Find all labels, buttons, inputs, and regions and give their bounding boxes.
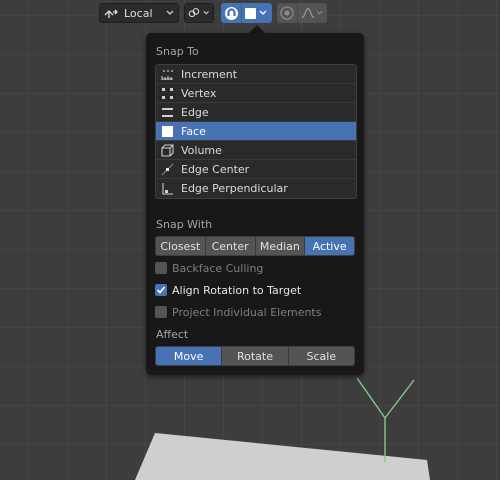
proportional-editing-toggle[interactable]	[277, 3, 297, 23]
snap-option-volume[interactable]: Volume	[156, 141, 356, 160]
axis-branch-left	[356, 377, 386, 419]
chevron-down-icon	[259, 10, 267, 15]
transform-orientation-dropdown[interactable]: Local	[99, 3, 179, 23]
checkbox-label: Backface Culling	[172, 261, 264, 275]
snap-option-label: Edge	[181, 105, 209, 119]
orientation-label: Local	[124, 6, 153, 20]
affect-rotate[interactable]: Rotate	[222, 347, 289, 365]
snap-option-face[interactable]: Face	[156, 122, 356, 141]
snap-option-label: Face	[181, 124, 206, 138]
snap-to-heading: Snap To	[156, 45, 199, 58]
snap-option-label: Vertex	[181, 86, 217, 100]
snap-with-heading: Snap With	[156, 218, 213, 231]
snap-option-vertex[interactable]: Vertex	[156, 84, 356, 103]
snap-option-label: Edge Perpendicular	[181, 182, 288, 195]
checkmark-icon	[156, 286, 166, 294]
snap-with-active[interactable]: Active	[305, 237, 354, 255]
snap-with-segmented: Closest Center Median Active	[155, 236, 355, 256]
magnet-icon	[224, 6, 238, 20]
snap-toggle-button[interactable]	[221, 3, 241, 23]
proportional-falloff-dropdown[interactable]	[297, 3, 327, 23]
snap-option-edge-perpendicular[interactable]: Edge Perpendicular	[156, 179, 356, 198]
snap-to-list: Increment Vertex Edge Face Volume Edge C…	[155, 64, 357, 199]
affect-scale[interactable]: Scale	[288, 347, 354, 365]
snapping-popover: Snap To Increment Vertex Edge Face Volum…	[146, 33, 364, 375]
pivot-point-dropdown[interactable]	[184, 3, 214, 23]
face-snap-icon	[245, 7, 256, 19]
project-individual-checkbox[interactable]: Project Individual Elements	[155, 304, 321, 320]
plane-mesh	[135, 433, 430, 480]
chevron-down-icon	[316, 10, 323, 15]
chevron-down-icon	[166, 10, 174, 15]
align-rotation-checkbox[interactable]: Align Rotation to Target	[155, 282, 301, 298]
snap-option-edge[interactable]: Edge	[156, 103, 356, 122]
edge-perpendicular-icon	[160, 182, 174, 196]
pivot-link-icon	[188, 8, 200, 18]
affect-heading: Affect	[156, 328, 189, 341]
axis-branch-right	[384, 379, 415, 419]
checkbox-label: Project Individual Elements	[172, 305, 322, 319]
vertex-icon	[160, 86, 174, 100]
snap-with-closest[interactable]: Closest	[156, 237, 206, 255]
checkbox-box	[155, 306, 167, 318]
snap-option-label: Increment	[181, 67, 238, 81]
orientation-gizmo-icon	[104, 9, 118, 18]
increment-icon	[160, 67, 174, 81]
snap-option-edge-center[interactable]: Edge Center	[156, 160, 356, 179]
checkbox-box	[155, 284, 167, 296]
snap-with-center[interactable]: Center	[205, 237, 256, 255]
snap-option-increment[interactable]: Increment	[156, 65, 356, 84]
popover-arrow	[249, 25, 265, 33]
snap-option-label: Edge Center	[181, 162, 250, 176]
backface-culling-checkbox[interactable]: Backface Culling	[155, 260, 263, 276]
edge-center-icon	[160, 162, 174, 176]
affect-move[interactable]: Move	[156, 347, 223, 365]
edge-icon	[160, 105, 174, 119]
chevron-down-icon	[203, 11, 209, 15]
checkbox-box	[155, 262, 167, 274]
face-icon	[160, 124, 174, 138]
falloff-curve-icon	[301, 8, 315, 18]
snap-option-label: Volume	[181, 143, 222, 157]
checkbox-label: Align Rotation to Target	[172, 283, 302, 297]
affect-segmented: Move Rotate Scale	[155, 346, 355, 366]
snap-with-median[interactable]: Median	[255, 237, 306, 255]
snap-element-dropdown[interactable]	[241, 3, 272, 23]
proportional-editing-icon	[280, 6, 294, 20]
volume-icon	[160, 143, 174, 157]
